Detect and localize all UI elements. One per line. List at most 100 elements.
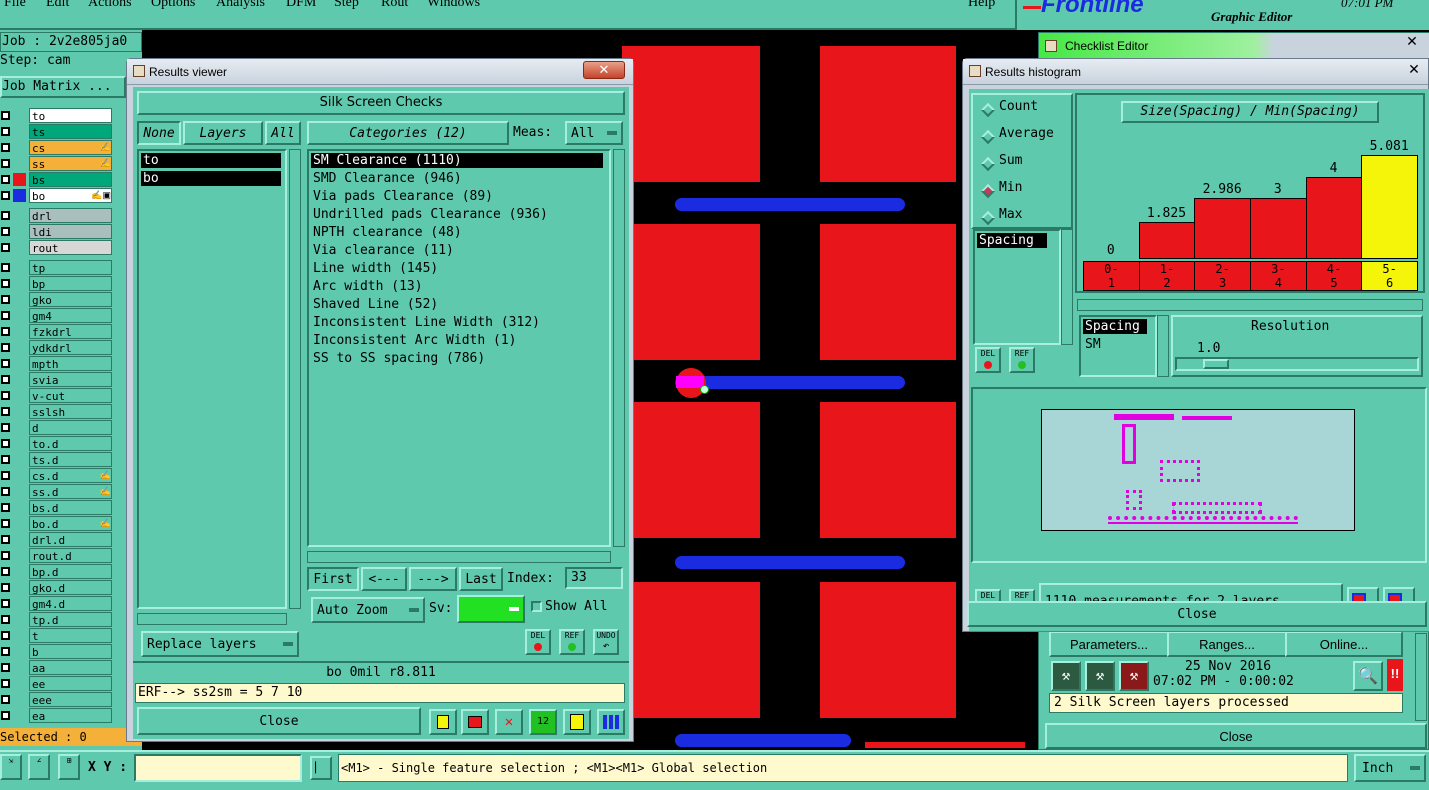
layer-checkbox[interactable]: [1, 343, 10, 352]
close-window-button[interactable]: ✕: [1403, 61, 1425, 79]
layer-checkbox[interactable]: [1, 227, 10, 236]
results-viewer-titlebar[interactable]: Results viewer: [127, 59, 633, 85]
bin-label[interactable]: 1- 2: [1138, 261, 1196, 291]
measure-listbox[interactable]: Spacing: [973, 229, 1061, 345]
checklist-scrollbar[interactable]: [1415, 633, 1427, 721]
layer-checkbox[interactable]: [1, 439, 10, 448]
layer-checkbox[interactable]: [1, 127, 10, 136]
cursor-icon[interactable]: ⎸: [310, 756, 332, 780]
layer-name[interactable]: gm4: [29, 308, 112, 323]
layer-row[interactable]: gko: [0, 292, 113, 308]
angle-tool-icon[interactable]: ∠: [28, 754, 50, 780]
menu-dfm[interactable]: DFM: [286, 0, 316, 11]
parameters-button[interactable]: Parameters...: [1049, 631, 1169, 657]
first-button[interactable]: First: [307, 567, 359, 591]
layer-row[interactable]: rout.d: [0, 548, 113, 564]
menu-rout[interactable]: Rout: [381, 0, 408, 11]
layer-checkbox[interactable]: [1, 191, 10, 200]
layer-name[interactable]: to: [29, 108, 112, 123]
mode-radio[interactable]: [980, 210, 996, 226]
layer-row[interactable]: d: [0, 420, 113, 436]
layer-checkbox[interactable]: [1, 471, 10, 480]
category-list-item[interactable]: Via clearance (11): [311, 243, 603, 258]
histogram-titlebar[interactable]: Results histogram: [963, 59, 1428, 85]
close-window-button[interactable]: ✕: [583, 61, 625, 79]
layer-name[interactable]: bp: [29, 276, 112, 291]
layer-row[interactable]: cs ✍: [0, 140, 113, 156]
menu-file[interactable]: File: [4, 0, 26, 11]
index-input[interactable]: 33: [565, 567, 623, 589]
layer-name[interactable]: drl.d: [29, 532, 112, 547]
bin-label[interactable]: 0- 1: [1083, 261, 1140, 291]
replace-layers-dropdown[interactable]: Replace layers: [141, 631, 299, 657]
layer-row[interactable]: bo.d ✍: [0, 516, 113, 532]
layer-checkbox[interactable]: [1, 615, 10, 624]
close-button[interactable]: Close: [137, 707, 421, 735]
layer-row[interactable]: gm4.d: [0, 596, 113, 612]
layer-name[interactable]: fzkdrl: [29, 324, 112, 339]
layer-checkbox[interactable]: [1, 551, 10, 560]
layer-list-item[interactable]: bo: [141, 171, 281, 186]
meas-dropdown[interactable]: All: [565, 121, 623, 145]
layer-color-swatch[interactable]: [13, 189, 26, 202]
layers-button[interactable]: Layers: [183, 121, 263, 145]
categories-button[interactable]: Categories (12): [307, 121, 509, 145]
category-listbox[interactable]: Spacing SM: [1079, 315, 1157, 377]
preview-image[interactable]: [1041, 409, 1355, 531]
ranges-button[interactable]: Ranges...: [1167, 631, 1287, 657]
category-list-item[interactable]: SS to SS spacing (786): [311, 351, 603, 366]
layer-name[interactable]: ldi: [29, 224, 112, 239]
layer-name[interactable]: bs.d: [29, 500, 112, 515]
layer-checkbox[interactable]: [1, 631, 10, 640]
layer-row[interactable]: ea: [0, 708, 113, 724]
category-list-item[interactable]: Undrilled pads Clearance (936): [311, 207, 603, 222]
layer-row[interactable]: tp: [0, 260, 113, 276]
layer-row[interactable]: v-cut: [0, 388, 113, 404]
chart-hscrollbar[interactable]: [1077, 299, 1423, 311]
layer-row[interactable]: ydkdrl: [0, 340, 113, 356]
layer-checkbox[interactable]: [1, 211, 10, 220]
layer-checkbox[interactable]: [1, 175, 10, 184]
layer-checkbox[interactable]: [1, 519, 10, 528]
checklist-close-button[interactable]: Close: [1045, 723, 1427, 749]
layer-name[interactable]: drl: [29, 208, 112, 223]
layer-row[interactable]: gm4: [0, 308, 113, 324]
layer-row[interactable]: svia: [0, 372, 113, 388]
layer-row[interactable]: ee: [0, 676, 113, 692]
layer-name[interactable]: tp: [29, 260, 112, 275]
none-button[interactable]: None: [137, 121, 181, 145]
layer-list-item[interactable]: to: [141, 153, 281, 168]
layer-name[interactable]: gko.d: [29, 580, 112, 595]
auto-zoom-dropdown[interactable]: Auto Zoom: [311, 597, 425, 623]
layer-row[interactable]: drl.d: [0, 532, 113, 548]
layer-name[interactable]: b: [29, 644, 112, 659]
ref-disabled-icon[interactable]: ✕: [495, 709, 523, 735]
menu-options[interactable]: Options: [151, 0, 195, 11]
layer-name[interactable]: t: [29, 628, 112, 643]
layer-name[interactable]: ydkdrl: [29, 340, 112, 355]
layer-scrollbar[interactable]: [289, 149, 301, 609]
layer-name[interactable]: bp.d: [29, 564, 112, 579]
measure-tool-icon[interactable]: ⇲: [0, 754, 22, 780]
histogram-bar[interactable]: [1250, 198, 1307, 259]
category-scrollbar[interactable]: [1157, 315, 1169, 377]
layer-row[interactable]: ss.d ✍: [0, 484, 113, 500]
layer-row[interactable]: bp.d: [0, 564, 113, 580]
slider-thumb[interactable]: [1203, 359, 1229, 369]
alert-icon[interactable]: !!: [1387, 659, 1403, 691]
layer-row[interactable]: eee: [0, 692, 113, 708]
layer-checkbox[interactable]: [1, 663, 10, 672]
layer-checkbox[interactable]: [1, 695, 10, 704]
layer-row[interactable]: bp: [0, 276, 113, 292]
layer-name[interactable]: gko: [29, 292, 112, 307]
category-list-item[interactable]: Shaved Line (52): [311, 297, 603, 312]
layer-checkbox[interactable]: [1, 407, 10, 416]
category-list-item[interactable]: NPTH clearance (48): [311, 225, 603, 240]
layer-checkbox[interactable]: [1, 391, 10, 400]
category-list-item[interactable]: Line width (145): [311, 261, 603, 276]
job-matrix-button[interactable]: Job Matrix ...: [0, 76, 126, 98]
layer-row[interactable]: t: [0, 628, 113, 644]
layer-checkbox[interactable]: [1, 599, 10, 608]
category-list-item[interactable]: Inconsistent Line Width (312): [311, 315, 603, 330]
layer-row[interactable]: fzkdrl: [0, 324, 113, 340]
